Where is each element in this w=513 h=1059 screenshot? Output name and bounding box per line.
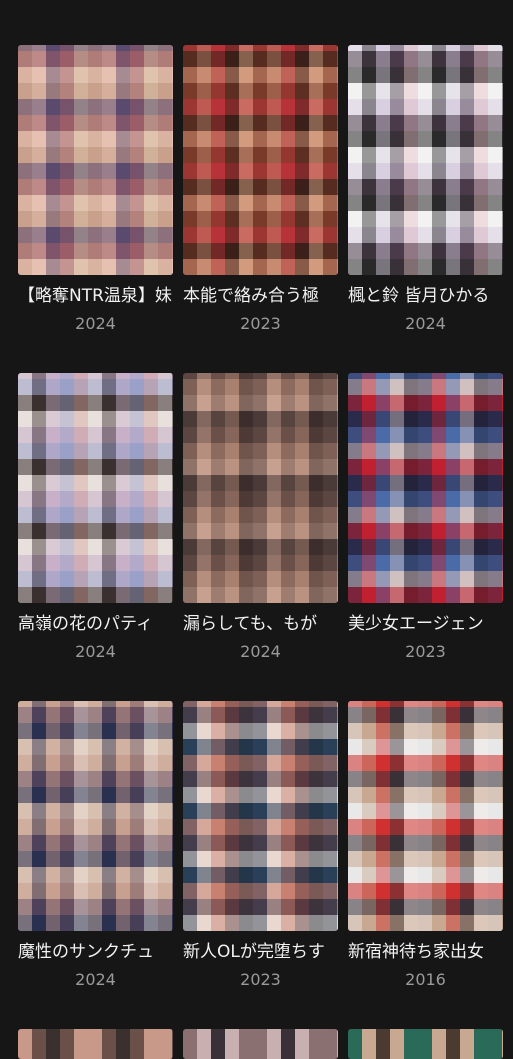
poster-thumbnail[interactable] — [183, 701, 338, 931]
video-card[interactable]: 漏らしても、もが 2024 — [183, 373, 338, 701]
video-title: 【略奪NTR温泉】妹 — [18, 286, 172, 306]
poster-thumbnail[interactable] — [18, 373, 173, 603]
video-card[interactable]: 楓と鈴 皆月ひかる 2024 — [348, 45, 503, 373]
video-grid: 【略奪NTR温泉】妹 2024 本能で絡み合う極 2023 楓と鈴 皆月ひかる 2024 高… — [18, 45, 508, 1059]
release-year: 2024 — [75, 970, 116, 989]
video-card[interactable]: 高嶺の花のパティ 2024 — [18, 373, 173, 701]
poster-thumbnail[interactable] — [18, 701, 173, 931]
video-title: 漏らしても、もが — [183, 614, 318, 634]
release-year: 2024 — [75, 642, 116, 661]
release-year: 2023 — [240, 314, 281, 333]
release-year: 2024 — [405, 314, 446, 333]
video-title: 魔性のサンクチュ — [18, 942, 154, 962]
video-title: 楓と鈴 皆月ひかる — [348, 286, 490, 306]
poster-thumbnail[interactable] — [183, 373, 338, 603]
poster-thumbnail[interactable] — [348, 45, 503, 275]
release-year: 2023 — [240, 970, 281, 989]
video-title: 新宿神待ち家出女 — [348, 942, 484, 962]
release-year: 2016 — [405, 970, 446, 989]
video-card[interactable]: 新宿神待ち家出女 2016 — [348, 701, 503, 1029]
poster-thumbnail[interactable] — [18, 1029, 173, 1059]
video-card[interactable]: 本能で絡み合う極 2023 — [183, 45, 338, 373]
poster-thumbnail[interactable] — [348, 1029, 503, 1059]
poster-thumbnail[interactable] — [18, 45, 173, 275]
release-year: 2024 — [240, 642, 281, 661]
video-card[interactable]: 新人OLが完堕ちす 2023 — [183, 701, 338, 1029]
video-card[interactable] — [183, 1029, 338, 1059]
video-title: 本能で絡み合う極 — [183, 286, 319, 306]
video-title: 美少女エージェン — [348, 614, 484, 634]
poster-thumbnail[interactable] — [348, 373, 503, 603]
video-title: 新人OLが完堕ちす — [183, 942, 325, 962]
poster-thumbnail[interactable] — [183, 45, 338, 275]
video-card[interactable]: 美少女エージェン 2023 — [348, 373, 503, 701]
poster-thumbnail[interactable] — [348, 701, 503, 931]
video-title: 高嶺の花のパティ — [18, 614, 153, 634]
video-card[interactable] — [348, 1029, 503, 1059]
poster-thumbnail[interactable] — [183, 1029, 338, 1059]
release-year: 2023 — [405, 642, 446, 661]
video-card[interactable]: 【略奪NTR温泉】妹 2024 — [18, 45, 173, 373]
release-year: 2024 — [75, 314, 116, 333]
video-card[interactable]: 魔性のサンクチュ 2024 — [18, 701, 173, 1029]
video-card[interactable] — [18, 1029, 173, 1059]
